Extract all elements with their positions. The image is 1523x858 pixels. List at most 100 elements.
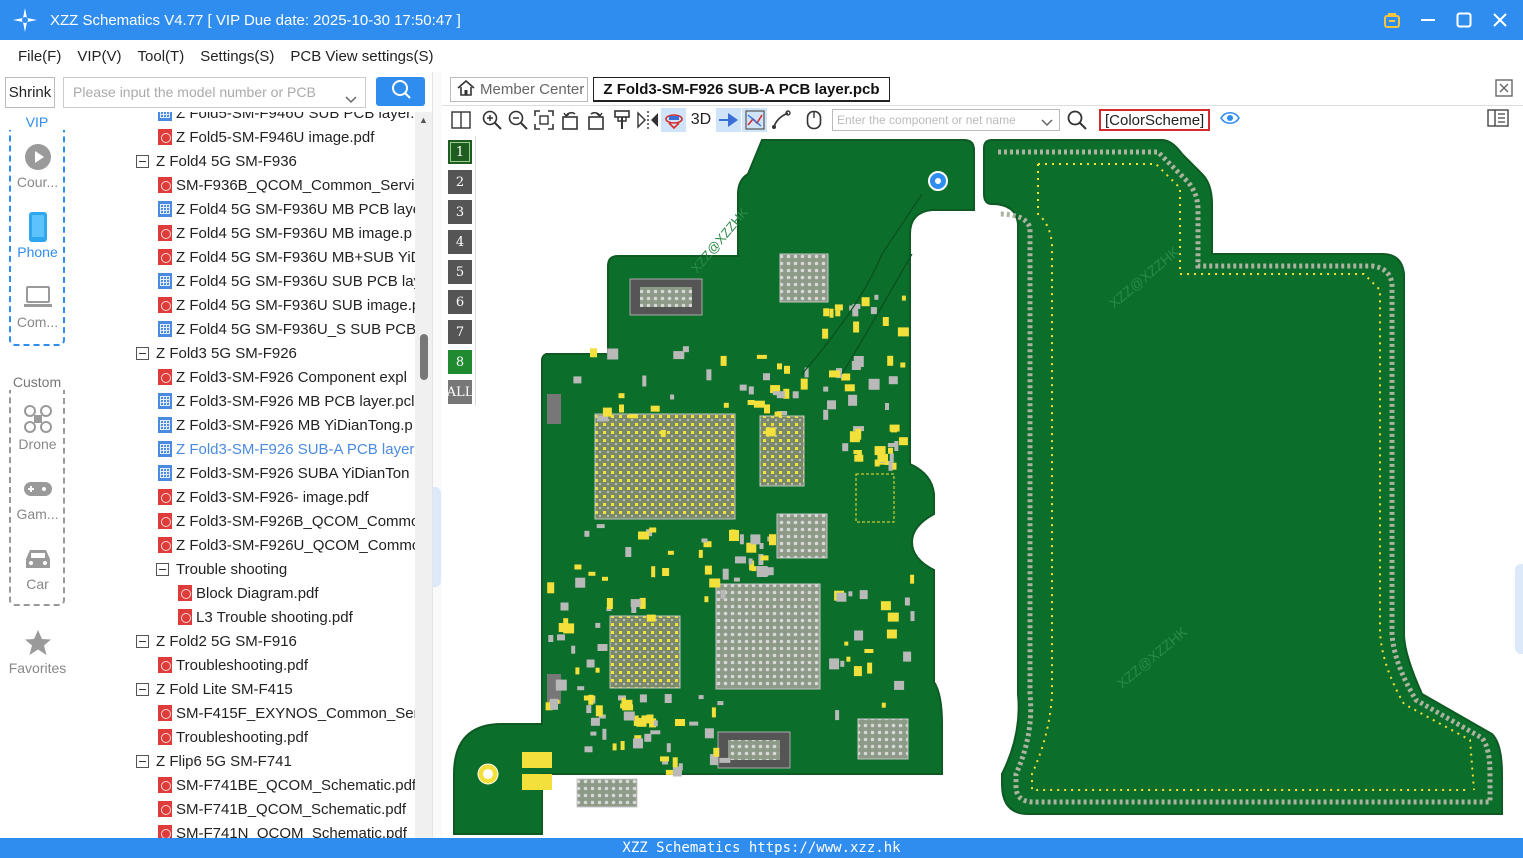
tree-file-item[interactable]: Z Fold3-SM-F926 MB YiDianTong.p xyxy=(158,413,413,437)
tree-file-item[interactable]: SM-F741N_QCOM_Schematic.pdf xyxy=(158,821,407,838)
view-3d-button[interactable]: 3D xyxy=(687,108,715,132)
close-tabs-icon[interactable] xyxy=(1495,79,1513,102)
chevron-down-icon[interactable] xyxy=(345,86,357,115)
layer-6-button[interactable]: 6 xyxy=(448,290,472,314)
scrollbar-thumb[interactable] xyxy=(420,334,428,380)
eye-icon[interactable] xyxy=(1220,110,1241,131)
small-bga[interactable] xyxy=(779,253,829,303)
tree-file-item[interactable]: Z Fold4 5G SM-F936U SUB image.p xyxy=(158,293,415,317)
nav-item-car[interactable]: Car xyxy=(0,542,75,592)
bga-chip-1[interactable] xyxy=(594,413,736,520)
tree-folder[interactable]: Z Fold4 5G SM-F936 xyxy=(136,149,297,173)
fit-view-icon[interactable] xyxy=(531,108,556,132)
mirror-icon[interactable] xyxy=(635,108,660,132)
tree-folder[interactable]: Z Fold2 5G SM-F916 xyxy=(136,629,297,653)
tree-file-item[interactable]: SM-F936B_QCOM_Common_Servic xyxy=(158,173,415,197)
right-collapse-handle[interactable] xyxy=(1515,564,1523,654)
tree-file-item[interactable]: Z Fold3-SM-F926- image.pdf xyxy=(158,485,369,509)
layer-8-button[interactable]: 8 xyxy=(448,350,472,374)
tree-file-item[interactable]: SM-F741BE_QCOM_Schematic.pdf xyxy=(158,773,415,797)
probe-icon[interactable] xyxy=(609,108,634,132)
maximize-button[interactable] xyxy=(1453,9,1475,31)
vip-bag-icon[interactable] xyxy=(1381,9,1403,31)
tree-folder[interactable]: Z Flip6 5G SM-F741 xyxy=(136,749,292,773)
menu-tool[interactable]: Tool(T) xyxy=(138,48,185,65)
chevron-down-icon[interactable] xyxy=(1041,114,1053,134)
select-pin-icon[interactable] xyxy=(716,108,741,132)
component-search-input[interactable]: Enter the component or net name xyxy=(832,109,1060,131)
menu-vip[interactable]: VIP(V) xyxy=(77,48,121,65)
collapse-toggle-icon[interactable] xyxy=(136,346,149,360)
collapse-toggle-icon[interactable] xyxy=(136,682,149,696)
tree-file-item[interactable]: Z Fold4 5G SM-F936U MB+SUB YiD xyxy=(158,245,415,269)
menu-settings[interactable]: Settings(S) xyxy=(200,48,274,65)
tree-file-item[interactable]: Z Fold4 5G SM-F936U MB image.p xyxy=(158,221,412,245)
tree-file-item[interactable]: SM-F415F_EXYNOS_Common_Servi xyxy=(158,701,415,725)
tab-member-center[interactable]: Member Center xyxy=(450,77,588,102)
collapse-toggle-icon[interactable] xyxy=(136,154,149,168)
menu-file[interactable]: File(F) xyxy=(18,48,61,65)
shrink-button[interactable]: Shrink xyxy=(5,77,55,108)
minimize-button[interactable] xyxy=(1417,9,1439,31)
component-search-icon[interactable] xyxy=(1064,108,1089,132)
tree-file-item[interactable]: L3 Trouble shooting.pdf xyxy=(178,605,353,629)
net-highlight-icon[interactable] xyxy=(742,108,767,132)
tree-file-item[interactable]: Troubleshooting.pdf xyxy=(158,653,308,677)
collapse-handle[interactable] xyxy=(433,487,441,587)
rotate-left-icon[interactable] xyxy=(557,108,582,132)
zoom-out-icon[interactable] xyxy=(505,108,530,132)
tree-file-item[interactable]: SM-F741B_QCOM_Schematic.pdf xyxy=(158,797,406,821)
tree-scrollbar[interactable]: ▲ xyxy=(415,112,432,838)
tree-file-item[interactable]: Z Fold3-SM-F926U_QCOM_Commc xyxy=(158,533,415,557)
nav-item-favorites[interactable]: Favorites xyxy=(0,626,75,676)
collapse-toggle-icon[interactable] xyxy=(136,634,149,648)
memory-chip[interactable] xyxy=(609,615,681,689)
tree-file-item[interactable]: Z Fold3-SM-F926 Component expl xyxy=(158,365,407,389)
layer-all-button[interactable]: ALL xyxy=(447,380,473,404)
tree-file-item[interactable]: Z Fold3-SM-F926 SUBA YiDianTon xyxy=(158,461,409,485)
collapse-toggle-icon[interactable] xyxy=(156,562,169,576)
tree-file-item[interactable]: Z Fold5-SM-F946U image.pdf xyxy=(158,125,374,149)
menu-pcb-view-settings[interactable]: PCB View settings(S) xyxy=(290,48,433,65)
layer-2-button[interactable]: 2 xyxy=(448,170,472,194)
tree-file-item[interactable]: Z Fold3-SM-F926 SUB-A PCB layer. xyxy=(158,437,415,461)
color-scheme-button[interactable]: [ColorScheme] xyxy=(1099,109,1211,131)
tree-file-item[interactable]: Z Fold4 5G SM-F936U MB PCB laye xyxy=(158,197,415,221)
panel-splitter[interactable] xyxy=(432,72,442,838)
nav-item-courses[interactable]: Cour... xyxy=(0,140,75,190)
close-button[interactable] xyxy=(1489,9,1511,31)
tree-folder[interactable]: Z Fold Lite SM-F415 xyxy=(136,677,293,701)
tab-active-file[interactable]: Z Fold3-SM-F926 SUB-A PCB layer.pcb xyxy=(593,77,890,102)
layer-7-button[interactable]: 7 xyxy=(448,320,472,344)
model-search-input[interactable]: Please input the model number or PCB xyxy=(63,77,366,108)
tree-folder[interactable]: Trouble shooting xyxy=(156,557,287,581)
layer-3-button[interactable]: 3 xyxy=(448,200,472,224)
pcb-canvas[interactable]: 1 2 3 4 5 6 7 8 ALL XZZ@XZZHK XZZ@XZZHK … xyxy=(442,134,1523,838)
tree-file-item[interactable]: Z Fold3-SM-F926B_QCOM_Commc xyxy=(158,509,415,533)
nav-item-computer[interactable]: Com... xyxy=(0,280,75,330)
tree-file-item[interactable]: Troubleshooting.pdf xyxy=(158,725,308,749)
tree-file-item[interactable]: Z Fold5-SM-F946U SUB PCB layer.p xyxy=(158,112,415,125)
collapse-toggle-icon[interactable] xyxy=(136,754,149,768)
nav-item-phone[interactable]: Phone xyxy=(0,210,75,260)
bga-chip-2[interactable] xyxy=(715,583,821,690)
pcb-board-view[interactable]: XZZ@XZZHK XZZ@XZZHK XZZ@XZZHK xyxy=(442,134,1523,838)
tree-folder[interactable]: Z Fold3 5G SM-F926 xyxy=(136,341,297,365)
tree-file-item[interactable]: Block Diagram.pdf xyxy=(178,581,319,605)
layer-1-button[interactable]: 1 xyxy=(448,140,472,164)
tree-file-item[interactable]: Z Fold4 5G SM-F936U SUB PCB lay xyxy=(158,269,415,293)
layer-5-button[interactable]: 5 xyxy=(448,260,472,284)
mouse-mode-icon[interactable] xyxy=(801,108,826,132)
flip-board-icon[interactable] xyxy=(661,108,686,132)
scroll-up-icon[interactable]: ▲ xyxy=(419,115,428,125)
split-view-icon[interactable] xyxy=(448,108,473,132)
nav-item-games[interactable]: Gam... xyxy=(0,472,75,522)
side-panel-icon[interactable] xyxy=(1487,109,1509,132)
pmic-chip[interactable] xyxy=(759,415,805,487)
layer-4-button[interactable]: 4 xyxy=(448,230,472,254)
tree-file-item[interactable]: Z Fold4 5G SM-F936U_S SUB PCB l xyxy=(158,317,415,341)
rotate-right-icon[interactable] xyxy=(583,108,608,132)
zoom-in-icon[interactable] xyxy=(479,108,504,132)
trace-tool-icon[interactable] xyxy=(768,108,793,132)
nav-item-drone[interactable]: Drone xyxy=(0,402,75,452)
